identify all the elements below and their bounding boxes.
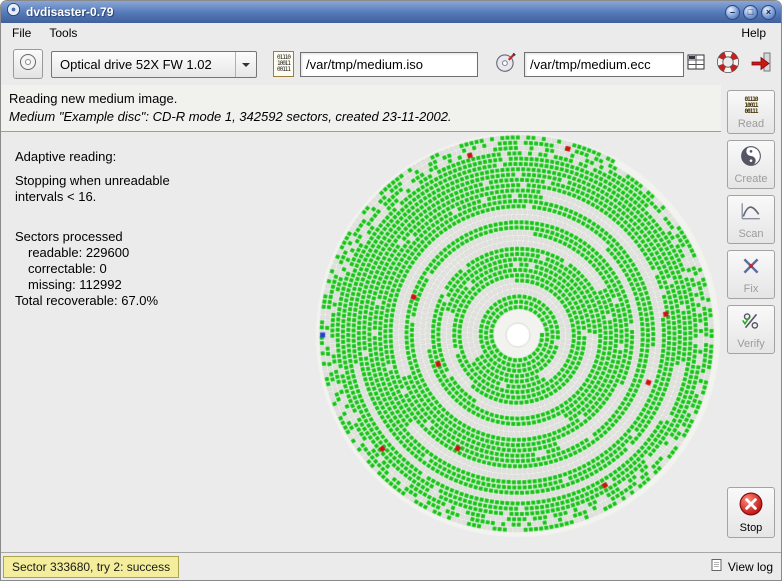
binary-line: 00111: [744, 109, 757, 115]
drive-icon: [18, 52, 38, 77]
help-lifesaver-icon[interactable]: [717, 51, 739, 78]
preferences-icon[interactable]: [686, 52, 706, 77]
stopping-line1: Stopping when unreadable: [15, 173, 170, 189]
drive-selector[interactable]: Optical drive 52X FW 1.02: [51, 51, 257, 78]
operation-header: Reading new medium image. Medium "Exampl…: [1, 85, 723, 132]
binary-line: 00111: [277, 67, 290, 73]
action-sidebar: 01110 10011 00111 Read Create: [721, 85, 781, 554]
ecc-path-input[interactable]: [524, 52, 684, 77]
menu-help[interactable]: Help: [728, 24, 779, 42]
fix-label: Fix: [744, 283, 759, 295]
menu-file[interactable]: File: [3, 24, 40, 42]
disc-sector-spiral: [311, 133, 721, 543]
maximize-button[interactable]: □: [743, 5, 758, 20]
image-file-icon: 01110 10011 00111: [273, 51, 294, 77]
create-label: Create: [734, 173, 767, 185]
view-log-label: View log: [728, 560, 773, 574]
stop-button[interactable]: Stop: [727, 487, 775, 538]
read-icon: 01110 10011 00111: [741, 95, 762, 117]
window-title: dvdisaster-0.79: [26, 5, 113, 19]
missing-count: missing: 112992: [15, 277, 170, 293]
fix-tools-icon: [740, 255, 762, 282]
iso-path-input[interactable]: [300, 52, 478, 77]
ecc-file-icon: [494, 50, 518, 79]
read-button[interactable]: 01110 10011 00111 Read: [727, 90, 775, 134]
drive-selector-value: Optical drive 52X FW 1.02: [52, 57, 235, 72]
app-window: dvdisaster-0.79 – □ × File Tools Help Op…: [0, 0, 782, 581]
scan-chart-icon: [740, 200, 762, 227]
toolbar: Optical drive 52X FW 1.02 01110 10011 00…: [1, 43, 781, 85]
scan-label: Scan: [738, 228, 763, 240]
stop-label: Stop: [740, 522, 763, 534]
status-message: Sector 333680, try 2: success: [3, 556, 179, 578]
read-label: Read: [738, 118, 764, 130]
stop-icon: [739, 492, 763, 521]
view-log-button[interactable]: View log: [710, 558, 773, 575]
menubar: File Tools Help: [1, 23, 781, 43]
reading-stats-panel: Adaptive reading: Stopping when unreadab…: [15, 149, 170, 309]
verify-button[interactable]: Verify: [727, 305, 775, 354]
medium-info: Medium "Example disc": CD-R mode 1, 3425…: [9, 109, 715, 124]
operation-title: Reading new medium image.: [9, 91, 715, 106]
chevron-down-icon[interactable]: [235, 52, 256, 77]
adaptive-reading-title: Adaptive reading:: [15, 149, 170, 165]
correctable-count: correctable: 0: [15, 261, 170, 277]
fix-button[interactable]: Fix: [727, 250, 775, 299]
verify-percent-icon: [740, 310, 762, 337]
total-recoverable: Total recoverable: 67.0%: [15, 293, 170, 309]
statusbar: Sector 333680, try 2: success View log: [1, 552, 781, 580]
stopping-line2: intervals < 16.: [15, 189, 170, 205]
main-content: Adaptive reading: Stopping when unreadab…: [1, 133, 723, 554]
yin-yang-icon: [740, 145, 762, 172]
menu-tools[interactable]: Tools: [40, 24, 86, 42]
minimize-button[interactable]: –: [725, 5, 740, 20]
readable-count: readable: 229600: [15, 245, 170, 261]
sectors-processed-title: Sectors processed: [15, 229, 170, 245]
titlebar[interactable]: dvdisaster-0.79 – □ ×: [1, 1, 781, 23]
log-page-icon: [710, 558, 724, 575]
close-button[interactable]: ×: [761, 5, 776, 20]
app-icon: [6, 2, 21, 22]
create-button[interactable]: Create: [727, 140, 775, 189]
verify-label: Verify: [737, 338, 765, 350]
quit-icon[interactable]: [750, 51, 772, 78]
drive-button[interactable]: [13, 49, 43, 79]
scan-button[interactable]: Scan: [727, 195, 775, 244]
